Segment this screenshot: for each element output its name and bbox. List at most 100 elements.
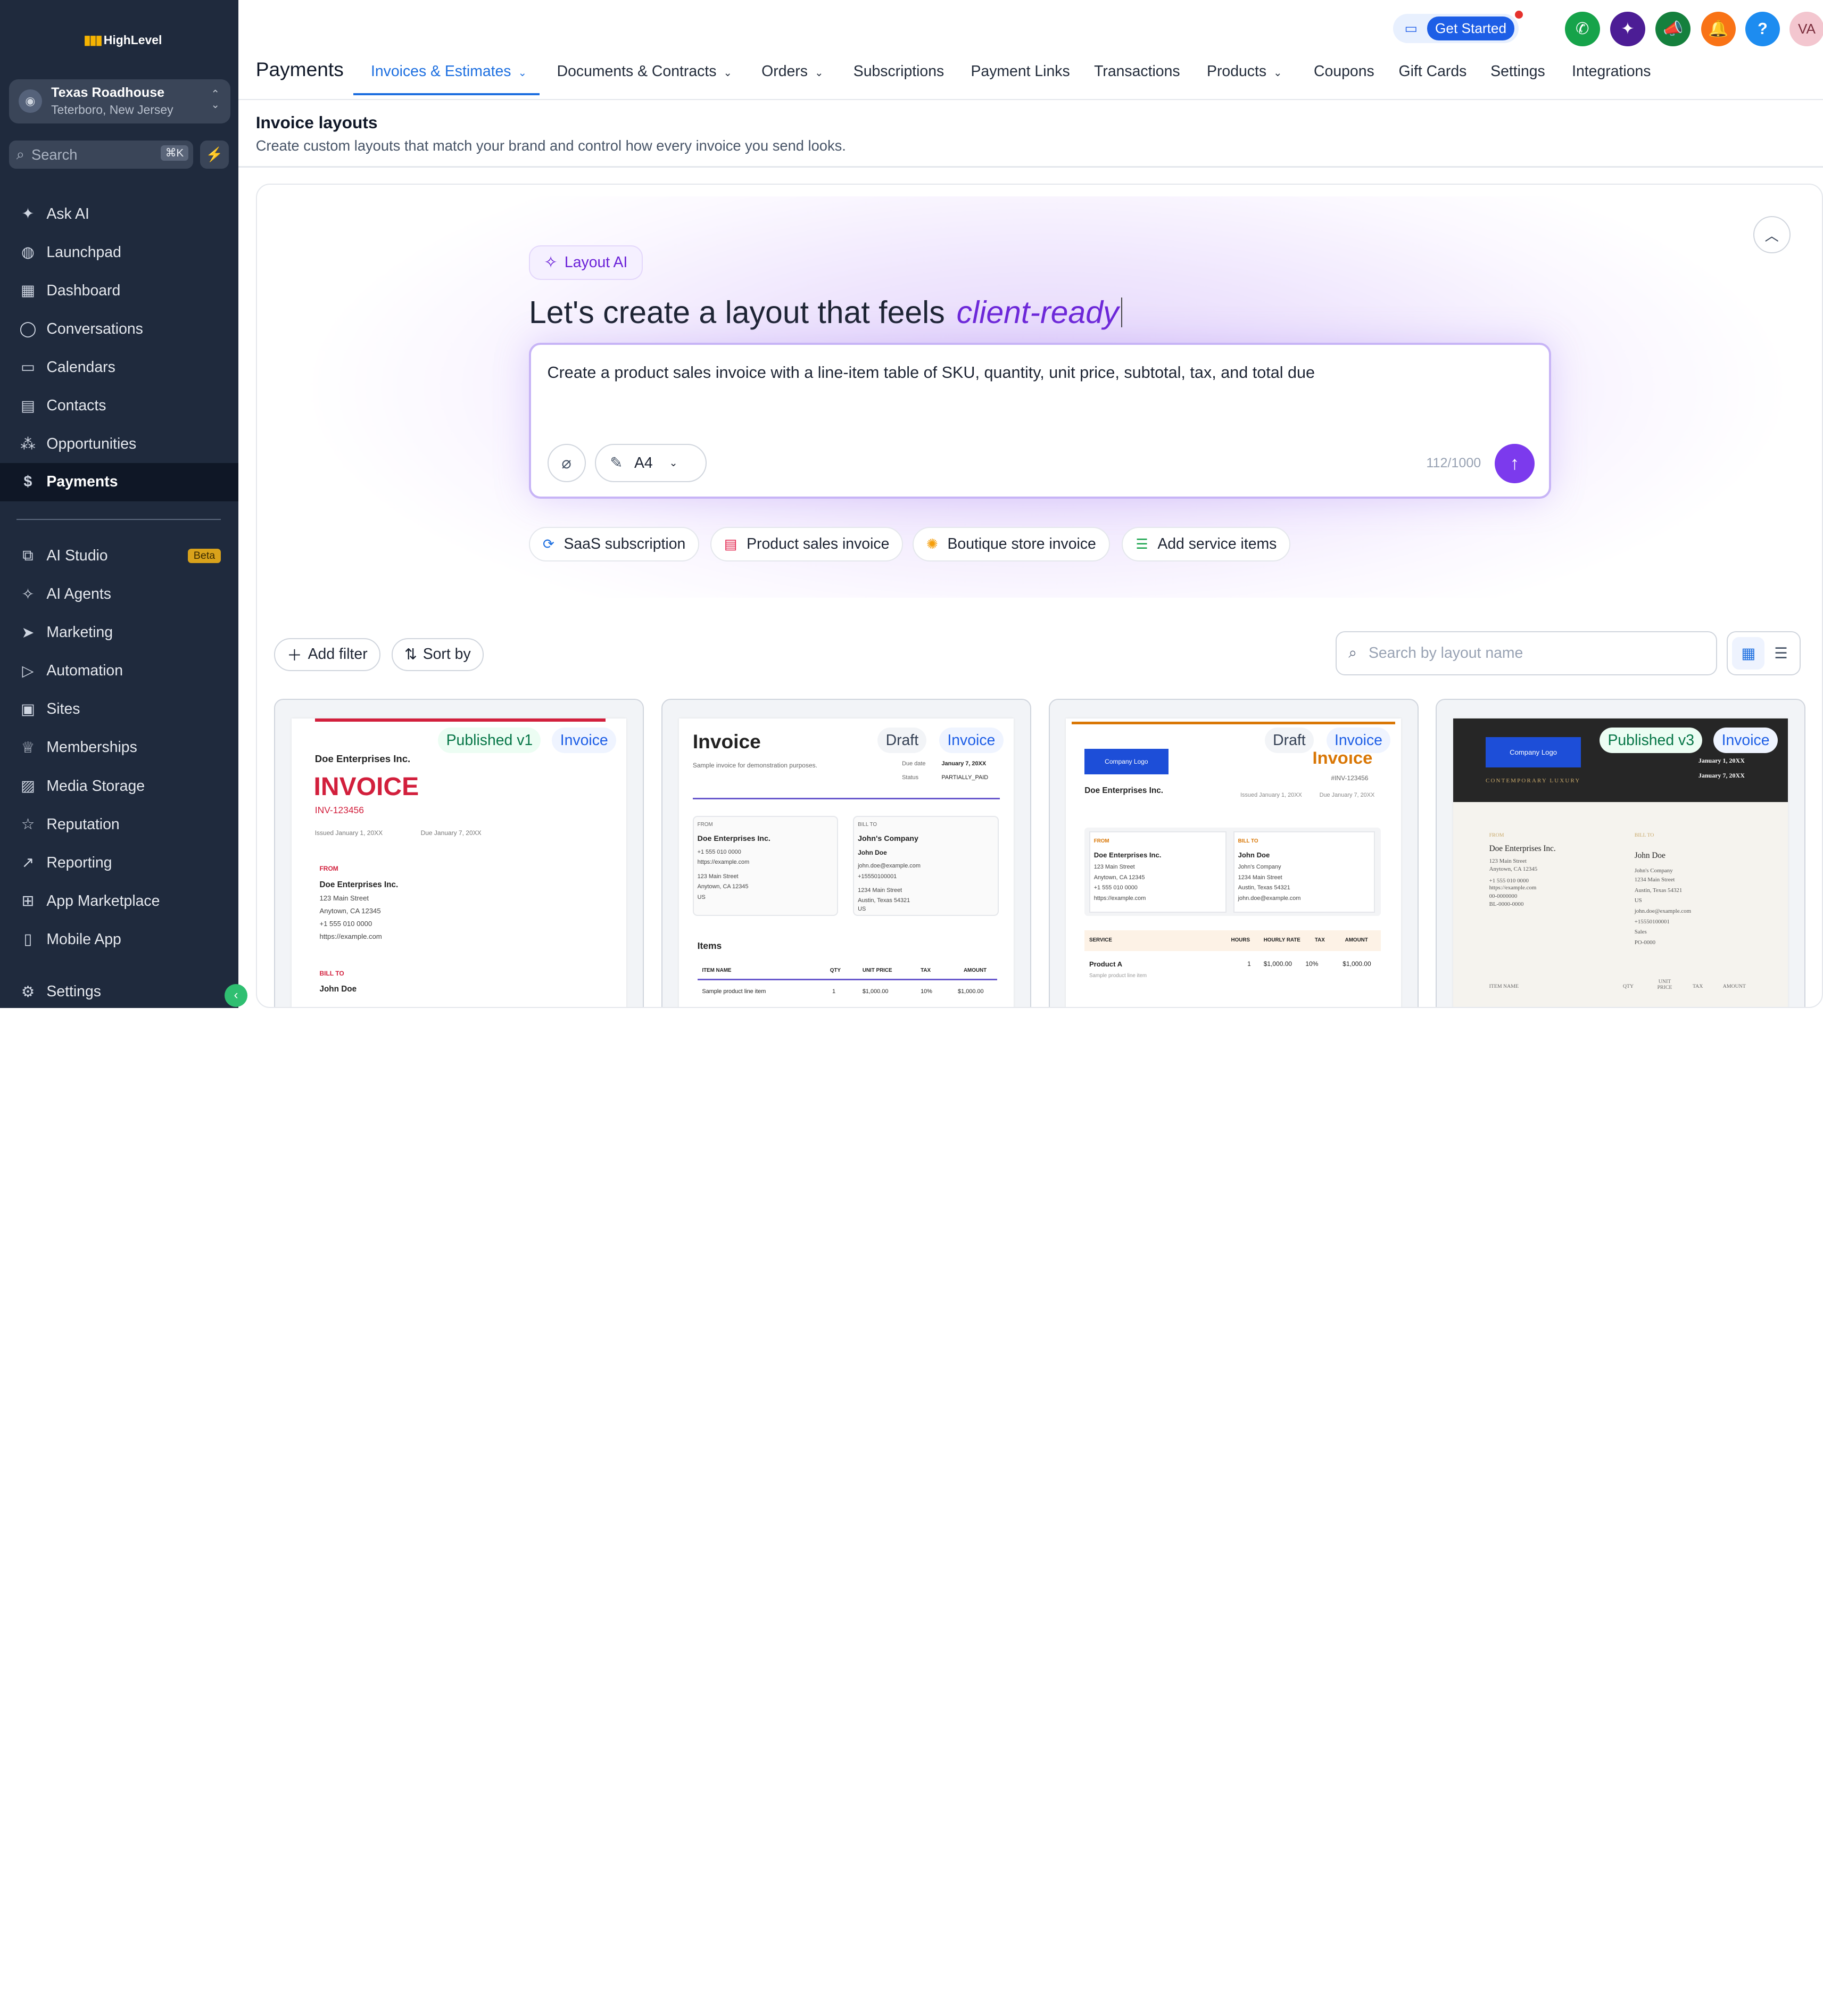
layout-card[interactable]: Company Logo Invoice #INV-123456 Doe Ent… [1048,698,1419,1007]
list-view-icon[interactable]: ☰ [1764,637,1797,670]
sidebar-item-sites[interactable]: ▣ Sites [0,693,238,725]
page-size-select[interactable]: ✎ A4 ⌄ [595,444,707,483]
megaphone-icon[interactable]: 📣 [1655,11,1691,47]
send-icon: ➤ [21,624,35,641]
tab-transactions[interactable]: Transactions [1094,63,1180,80]
ruler-icon: ✎ [610,455,623,472]
invoice-preview: Doe Enterprises Inc. INVOICE INV-123456 … [292,718,627,1007]
sidebar-item-marketing[interactable]: ➤ Marketing [0,616,238,649]
sidebar-item-launchpad[interactable]: ◍ Launchpad [0,236,238,269]
tab-subscriptions[interactable]: Subscriptions [854,63,944,80]
get-started-button[interactable]: Get Started [1427,16,1515,40]
sidebar-item-settings[interactable]: ⚙ Settings [0,976,238,1008]
tab-invoices-estimates[interactable]: Invoices & Estimates ⌄ [371,63,527,80]
collapse-hero-button[interactable]: ︿ [1753,216,1791,254]
sort-by-button[interactable]: ⇅ Sort by [392,638,484,671]
sidebar-item-calendars[interactable]: ▭ Calendars [0,351,238,384]
chevron-down-icon: ⌄ [1273,67,1282,79]
attach-button[interactable]: ⌀ [547,444,586,483]
sidebar-item-mobile-app[interactable]: ▯ Mobile App [0,923,238,956]
suggestion-product-sales-invoice[interactable]: ▤ Product sales invoice [710,526,904,562]
ai-heading-emphasis: client-ready [956,294,1119,330]
account-location: Teterboro, New Jersey [51,102,173,117]
prompt-input[interactable]: Create a product sales invoice with a li… [548,363,1315,382]
card-icon: ▭ [1404,20,1418,37]
bell-icon[interactable]: 🔔 [1701,11,1736,47]
logo-text: HighLevel [103,33,162,47]
search-placeholder: Search [31,146,78,163]
tab-products[interactable]: Products ⌄ [1207,63,1282,80]
tab-documents-contracts[interactable]: Documents & Contracts ⌄ [557,63,732,80]
receipt-icon: ▤ [724,535,738,552]
prompt-box[interactable]: Create a product sales invoice with a li… [528,343,1551,499]
avatar[interactable]: VA [1789,11,1823,47]
sidebar-item-media-storage[interactable]: ▨ Media Storage [0,770,238,802]
help-icon[interactable]: ? [1745,11,1780,47]
calendar-icon: ▭ [21,359,35,376]
list-icon: ☰ [1136,535,1148,552]
suggestion-add-service-items[interactable]: ☰ Add service items [1122,526,1291,562]
search-icon: ⌕ [16,146,24,163]
sidebar-item-reporting[interactable]: ↗ Reporting [0,847,238,879]
quick-action-bolt-icon[interactable]: ⚡ [200,141,229,169]
beta-badge: Beta [187,548,221,564]
account-switcher[interactable]: ◉ Texas Roadhouse Teterboro, New Jersey ⌃… [9,79,230,123]
get-started-widget[interactable]: ▭ Get Started [1393,10,1523,43]
tab-gift-cards[interactable]: Gift Cards [1399,63,1467,80]
sidebar-item-app-marketplace[interactable]: ⊞ App Marketplace [0,885,238,918]
grid-view-icon[interactable]: ▦ [1732,637,1765,670]
view-toggle: ▦ ☰ [1726,631,1801,676]
type-badge: Invoice [552,728,616,754]
sidebar-item-contacts[interactable]: ▤ Contacts [0,390,238,422]
invoice-preview: Company Logo Invoice #INV-123456 Doe Ent… [1066,718,1401,1007]
preview-issued: Issued January 1, 20XX [314,829,383,837]
layout-card[interactable]: Company Logo CONTEMPORARY LUXURY January… [1436,698,1806,1007]
ai-sparkle-icon[interactable]: ✦ [1610,11,1645,47]
company-logo-placeholder: Company Logo [1486,737,1581,767]
status-badge: Published v1 [438,728,541,754]
sidebar-item-memberships[interactable]: ♕ Memberships [0,731,238,764]
phone-icon[interactable]: ✆ [1565,11,1600,47]
automation-icon: ▷ [22,662,34,680]
sidebar-item-ai-agents[interactable]: ✧ AI Agents [0,578,238,610]
sidebar-item-opportunities[interactable]: ⁂ Opportunities [0,428,238,460]
tab-settings[interactable]: Settings [1490,63,1545,80]
arrow-up-icon: ↑ [1510,453,1520,474]
tab-payment-links[interactable]: Payment Links [971,63,1070,80]
layout-card[interactable]: Doe Enterprises Inc. INVOICE INV-123456 … [274,698,644,1007]
brand-logo[interactable]: ▮▮▮ HighLevel [84,32,162,48]
rocket-icon: ◍ [21,244,35,261]
gear-icon: ⚙ [21,983,35,1001]
sidebar-item-automation[interactable]: ▷ Automation [0,655,238,687]
add-filter-button[interactable]: ＋ Add filter [274,638,380,671]
layout-search-input[interactable]: ⌕ Search by layout name [1336,631,1718,676]
sidebar-item-payments[interactable]: $ Payments [0,462,238,501]
sidebar-item-ai-studio[interactable]: ⧉ AI Studio Beta [0,540,238,572]
tab-orders[interactable]: Orders ⌄ [761,63,823,80]
preview-number: INV-123456 [314,804,364,815]
tab-integrations[interactable]: Integrations [1572,63,1651,80]
layout-card[interactable]: Invoice Sample invoice for demonstration… [661,698,1031,1007]
send-button[interactable]: ↑ [1495,444,1535,484]
sidebar-item-reputation[interactable]: ☆ Reputation [0,808,238,841]
suggestion-saas-subscription[interactable]: ⟳ SaaS subscription [528,526,700,562]
sparkle-icon: ✧ [544,253,558,272]
collapse-sidebar-icon[interactable]: ‹ [224,984,248,1007]
star-icon: ☆ [21,816,35,833]
logo-mark-icon: ▮▮▮ [84,33,102,48]
suggestion-boutique-store-invoice[interactable]: ✺ Boutique store invoice [913,526,1110,562]
chevron-down-icon: ⌄ [518,67,527,79]
sidebar-search[interactable]: ⌕ Search ⌘K [9,141,193,169]
chat-icon: ◯ [19,320,37,338]
grid-icon: ▦ [21,282,35,300]
tab-coupons[interactable]: Coupons [1314,63,1374,80]
image-icon: ▨ [21,778,35,795]
sidebar-item-ask-ai[interactable]: ✦ Ask AI [0,197,238,230]
sidebar-item-conversations[interactable]: ◯ Conversations [0,313,238,345]
location-icon: ◉ [18,89,42,113]
status-badge: Published v3 [1600,728,1703,754]
type-badge: Invoice [1326,728,1391,754]
sparkle-icon: ✺ [926,535,939,552]
sidebar-item-dashboard[interactable]: ▦ Dashboard [0,275,238,307]
preview-from-name: Doe Enterprises Inc. [319,880,399,889]
